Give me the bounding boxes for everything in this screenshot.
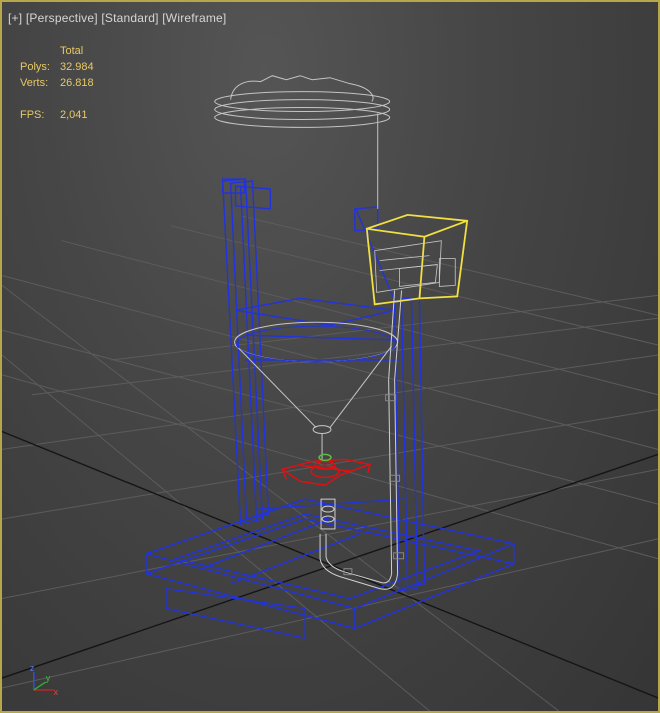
stand-frame-wireframe[interactable] <box>143 178 517 640</box>
verts-label: Verts: <box>20 77 49 89</box>
gizmo-label-x: x <box>54 687 59 697</box>
ground-grid <box>2 215 658 711</box>
viewport-scene[interactable]: z x y <box>2 2 658 711</box>
viewport-shading-menu[interactable]: [Standard] <box>101 11 158 25</box>
viewport-menu-plus[interactable]: [+] <box>8 11 22 25</box>
viewport-display-mode-menu[interactable]: [Wireframe] <box>162 11 226 25</box>
gizmo-label-z: z <box>30 663 35 673</box>
selected-control-box[interactable] <box>365 213 469 306</box>
stats-header: Total <box>60 45 84 57</box>
control-box-interior <box>374 240 456 293</box>
fps-label: FPS: <box>20 109 45 121</box>
verts-value: 26.818 <box>60 77 94 89</box>
polys-value: 32.984 <box>60 61 94 73</box>
gizmo-label-y: y <box>46 673 51 683</box>
viewport-view-menu[interactable]: [Perspective] <box>26 11 98 25</box>
perspective-viewport[interactable]: z x y [+] [Perspective] [Standard] [Wire… <box>0 0 660 713</box>
axis-gizmo <box>33 672 54 691</box>
viewport-label: [+] [Perspective] [Standard] [Wireframe] <box>8 11 226 25</box>
fps-value: 2,041 <box>60 109 88 121</box>
polys-label: Polys: <box>20 61 50 73</box>
scene-statistics: Total Polys: 32.984 Verts: 26.818 FPS: 2,04… <box>20 43 94 123</box>
